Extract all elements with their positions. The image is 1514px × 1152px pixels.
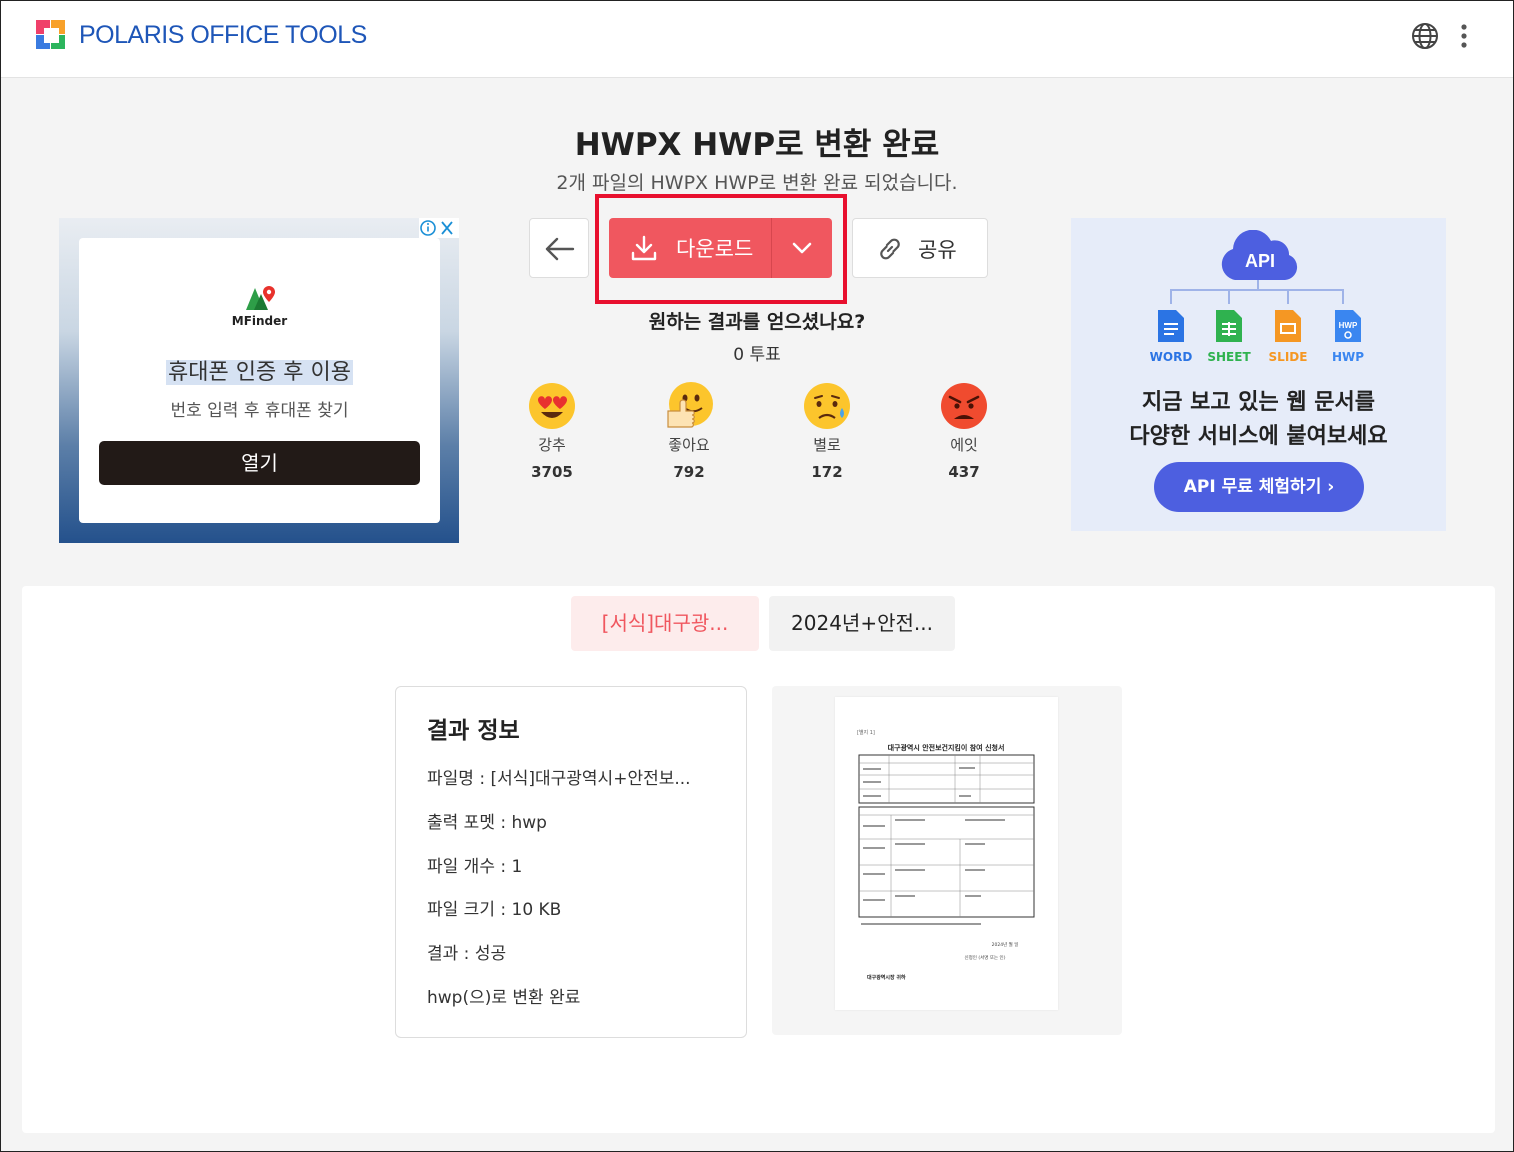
result-panel: [서식]대구광... 2024년+안전... 결과 정보 파일명 : [서식]대… — [22, 586, 1495, 1133]
result-file-size: 파일 크기 : 10 KB — [427, 900, 562, 920]
sad-emoji-icon — [804, 383, 850, 429]
reaction-dislike[interactable]: 별로 172 — [782, 381, 872, 481]
download-label: 다운로드 — [676, 237, 754, 261]
download-icon — [631, 235, 657, 261]
ad-open-button[interactable]: 열기 — [99, 441, 420, 485]
reaction-label: 좋아요 — [668, 436, 710, 454]
svg-text:HWP: HWP — [1339, 321, 1358, 330]
api-cloud-icon: API — [1221, 230, 1298, 280]
angry-emoji-icon — [941, 383, 987, 429]
page-subtitle: 2개 파일의 HWPX HWP로 변환 완료 되었습니다. — [556, 172, 958, 194]
globe-icon[interactable] — [1410, 21, 1440, 51]
hwp-doc-icon: HWP HWP — [1318, 308, 1378, 364]
ad-card: MFinder 휴대폰 인증 후 이용 번호 입력 후 휴대폰 찾기 열기 — [79, 238, 440, 523]
link-icon — [880, 238, 900, 260]
chevron-down-icon — [792, 242, 812, 254]
svg-text:2024년 월 일: 2024년 월 일 — [992, 941, 1019, 948]
result-filename: 파일명 : [서식]대구광역시+안전보... — [427, 769, 691, 789]
file-tab-2[interactable]: 2024년+안전... — [769, 596, 955, 651]
polaris-logo-icon[interactable] — [36, 20, 67, 51]
svg-text:대구광역시장 귀하: 대구광역시장 귀하 — [867, 974, 906, 981]
reaction-count: 437 — [948, 463, 980, 481]
reaction-label: 별로 — [813, 436, 841, 454]
arrow-left-icon — [545, 237, 575, 261]
svg-text:신청인 (서명 또는 인): 신청인 (서명 또는 인) — [965, 954, 1006, 961]
svg-text:API: API — [1245, 251, 1275, 271]
share-button[interactable]: 공유 — [852, 218, 988, 278]
api-tree-lines — [1170, 280, 1344, 304]
page-title: HWPX HWP로 변환 완료 — [574, 127, 940, 163]
result-status: 결과 : 성공 — [427, 944, 507, 964]
heart-eyes-emoji-icon — [529, 383, 575, 429]
svg-text:[별지 1]: [별지 1] — [857, 729, 875, 736]
result-output-format: 출력 포멧 : hwp — [427, 813, 547, 833]
result-info-card: 결과 정보 파일명 : [서식]대구광역시+안전보... 출력 포멧 : hwp… — [395, 686, 747, 1038]
result-message: hwp(으)로 변환 완료 — [427, 988, 581, 1008]
top-header: POLARIS OFFICE TOOLS — [1, 1, 1513, 78]
result-info-title: 결과 정보 — [427, 718, 520, 744]
preview-document-image: [별지 1] 대구광역시 안전보건지킴이 참여 신청서 2024년 월 일 신청… — [857, 729, 1035, 981]
svg-text:대구광역시 안전보건지킴이 참여 신청서: 대구광역시 안전보건지킴이 참여 신청서 — [888, 743, 1005, 752]
sheet-doc-icon: SHEET — [1199, 308, 1259, 364]
api-trial-button[interactable]: API 무료 체험하기 › — [1154, 462, 1364, 512]
result-file-count: 파일 개수 : 1 — [427, 857, 523, 877]
thumbs-up-emoji-icon — [667, 382, 713, 428]
ad-choices-badge[interactable] — [419, 218, 459, 238]
file-tab-1[interactable]: [서식]대구광... — [571, 596, 759, 651]
slide-doc-icon: SLIDE — [1258, 308, 1318, 364]
ad-banner-right[interactable]: API WORD SHEET SLIDE HWP HWP 지금 보고 있는 웹 … — [1071, 218, 1446, 531]
reaction-like[interactable]: 좋아요 792 — [644, 381, 734, 481]
reaction-count: 792 — [673, 463, 705, 481]
brand-name[interactable]: POLARIS OFFICE TOOLS — [79, 21, 367, 50]
document-preview[interactable]: [별지 1] 대구광역시 안전보건지킴이 참여 신청서 2024년 월 일 신청… — [772, 686, 1122, 1035]
reaction-label: 강추 — [538, 436, 566, 454]
api-ad-line2: 다양한 서비스에 붙여보세요 — [1129, 424, 1388, 449]
ad-banner-left[interactable]: MFinder 휴대폰 인증 후 이용 번호 입력 후 휴대폰 찾기 열기 — [59, 218, 459, 543]
more-vertical-icon[interactable] — [1451, 21, 1477, 51]
ad-subtext: 번호 입력 후 휴대폰 찾기 — [170, 401, 349, 421]
download-options-button[interactable] — [772, 218, 832, 278]
api-ad-line1: 지금 보고 있는 웹 문서를 — [1141, 390, 1376, 415]
back-button[interactable] — [529, 218, 589, 278]
share-label: 공유 — [918, 238, 957, 262]
download-button[interactable]: 다운로드 — [609, 218, 771, 278]
reaction-count: 3705 — [531, 463, 573, 481]
download-button-group[interactable]: 다운로드 — [609, 218, 832, 278]
preview-page: [별지 1] 대구광역시 안전보건지킴이 참여 신청서 2024년 월 일 신청… — [835, 697, 1058, 1010]
reaction-angry[interactable]: 에잇 437 — [919, 381, 1009, 481]
reaction-label: 에잇 — [950, 436, 978, 454]
reaction-count: 172 — [811, 463, 843, 481]
word-doc-icon: WORD — [1141, 308, 1201, 364]
reaction-recommend[interactable]: 강추 3705 — [507, 381, 597, 481]
